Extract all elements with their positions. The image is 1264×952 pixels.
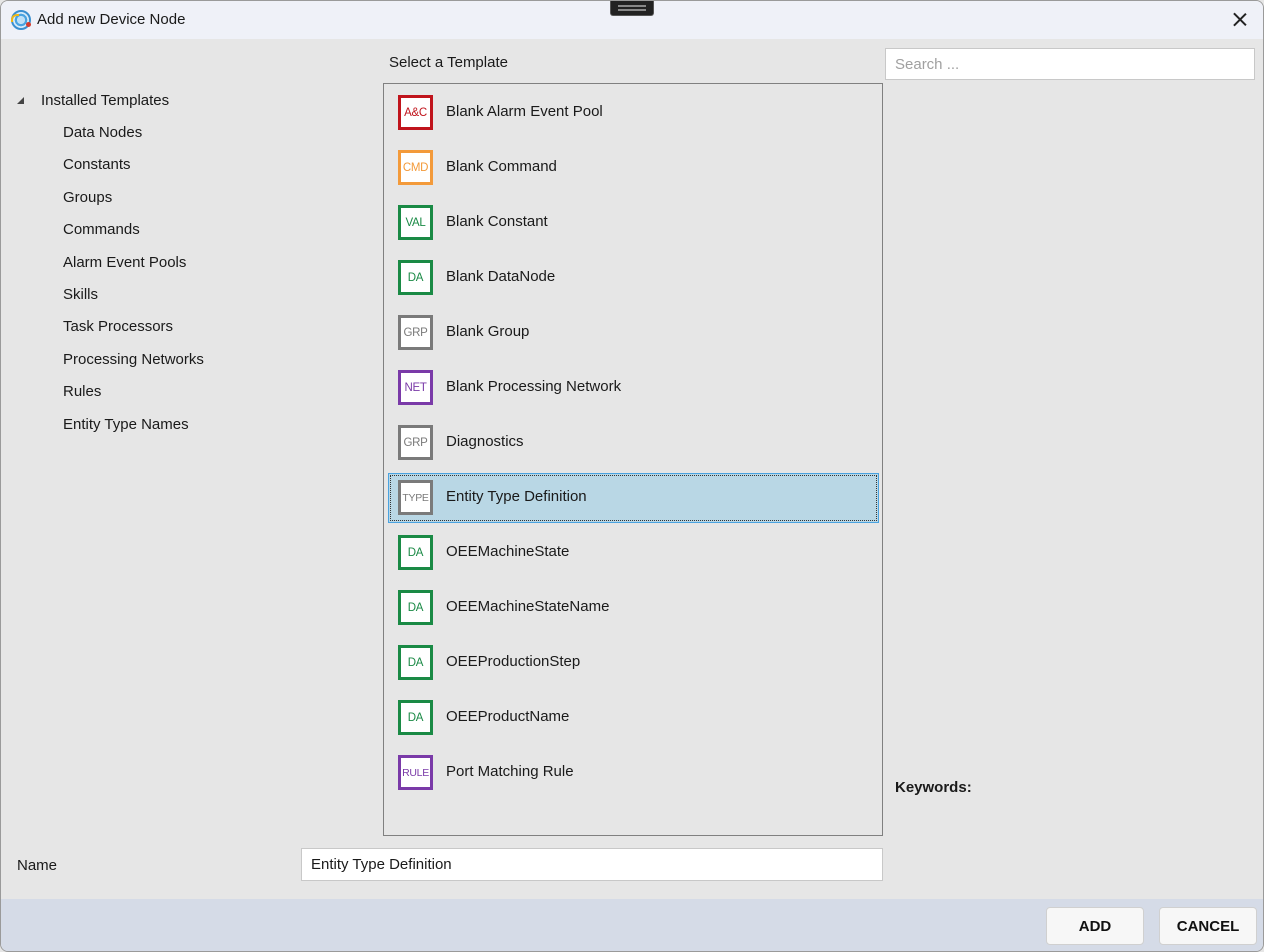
tree-item-constants[interactable]: Constants — [63, 155, 204, 187]
group-icon: GRP — [398, 315, 433, 350]
tree-item-commands[interactable]: Commands — [63, 220, 204, 252]
template-item-label: Blank Constant — [446, 213, 548, 230]
datanode-icon: DA — [398, 645, 433, 680]
template-item-label: OEEMachineState — [446, 543, 570, 560]
template-item-label: OEEMachineStateName — [446, 598, 610, 615]
processing-network-icon: NET — [398, 370, 433, 405]
tree-item-entity-type-names[interactable]: Entity Type Names — [63, 415, 204, 447]
rule-icon: RULE — [398, 755, 433, 790]
tree-root-label: Installed Templates — [41, 91, 170, 109]
template-item-label: Entity Type Definition — [446, 488, 587, 505]
template-item-label: Diagnostics — [446, 433, 524, 450]
template-item[interactable]: GRP Blank Group — [388, 308, 879, 358]
template-item-label: OEEProductionStep — [446, 653, 581, 670]
tree-items: Data Nodes Constants Groups Commands Alarm E… — [63, 123, 204, 447]
add-device-node-dialog: Add new Device Node Installed Templates … — [0, 0, 1264, 952]
template-item[interactable]: VAL Blank Constant — [388, 198, 879, 248]
template-item[interactable]: DA Blank DataNode — [388, 253, 879, 303]
drag-handle[interactable] — [610, 1, 654, 16]
template-item-label: Blank DataNode — [446, 268, 556, 285]
select-template-heading: Select a Template — [389, 54, 508, 71]
keywords-label: Keywords: — [895, 779, 972, 796]
tree-item-alarm-event-pools[interactable]: Alarm Event Pools — [63, 253, 204, 285]
tree-item-rules[interactable]: Rules — [63, 382, 204, 414]
datanode-icon: DA — [398, 260, 433, 295]
datanode-icon: DA — [398, 535, 433, 570]
title-bar: Add new Device Node — [1, 1, 1263, 39]
template-item[interactable]: RULE Port Matching Rule — [388, 748, 879, 798]
dialog-footer: ADD CANCEL — [1, 899, 1263, 951]
tree-item-groups[interactable]: Groups — [63, 188, 204, 220]
group-icon: GRP — [398, 425, 433, 460]
template-item-label: Blank Processing Network — [446, 378, 622, 395]
cancel-button[interactable]: CANCEL — [1159, 907, 1257, 945]
tree-item-processing-networks[interactable]: Processing Networks — [63, 350, 204, 382]
template-item[interactable]: DA OEEProductionStep — [388, 638, 879, 688]
tree-item-skills[interactable]: Skills — [63, 285, 204, 317]
template-item-label: Blank Command — [446, 158, 557, 175]
name-input[interactable] — [301, 848, 883, 881]
command-icon: CMD — [398, 150, 433, 185]
search-input[interactable] — [885, 48, 1255, 80]
window-title: Add new Device Node — [37, 11, 186, 28]
type-icon: TYPE — [398, 480, 433, 515]
datanode-icon: DA — [398, 590, 433, 625]
template-item[interactable]: NET Blank Processing Network — [388, 363, 879, 413]
template-item[interactable]: TYPE Entity Type Definition — [388, 473, 879, 523]
close-button[interactable] — [1229, 9, 1251, 31]
template-item[interactable]: A&C Blank Alarm Event Pool — [388, 88, 879, 138]
template-list[interactable]: A&C Blank Alarm Event Pool CMD Blank Comman… — [383, 83, 883, 836]
template-item-label: Blank Group — [446, 323, 530, 340]
add-button[interactable]: ADD — [1046, 907, 1144, 945]
tree-item-data-nodes[interactable]: Data Nodes — [63, 123, 204, 155]
app-logo-icon — [11, 10, 31, 30]
template-item[interactable]: DA OEEProductName — [388, 693, 879, 743]
alarm-event-pool-icon: A&C — [398, 95, 433, 130]
template-item-label: Port Matching Rule — [446, 763, 574, 780]
constant-icon: VAL — [398, 205, 433, 240]
expand-arrow-icon[interactable] — [17, 96, 24, 104]
tree-item-task-processors[interactable]: Task Processors — [63, 317, 204, 349]
template-item[interactable]: DA OEEMachineStateName — [388, 583, 879, 633]
datanode-icon: DA — [398, 700, 433, 735]
tree-root-installed-templates[interactable]: Installed Templates — [15, 90, 169, 110]
template-item-label: Blank Alarm Event Pool — [446, 103, 603, 120]
name-label: Name — [17, 857, 58, 874]
template-item[interactable]: CMD Blank Command — [388, 143, 879, 193]
template-item-label: OEEProductName — [446, 708, 570, 725]
template-item[interactable]: GRP Diagnostics — [388, 418, 879, 468]
template-item[interactable]: DA OEEMachineState — [388, 528, 879, 578]
